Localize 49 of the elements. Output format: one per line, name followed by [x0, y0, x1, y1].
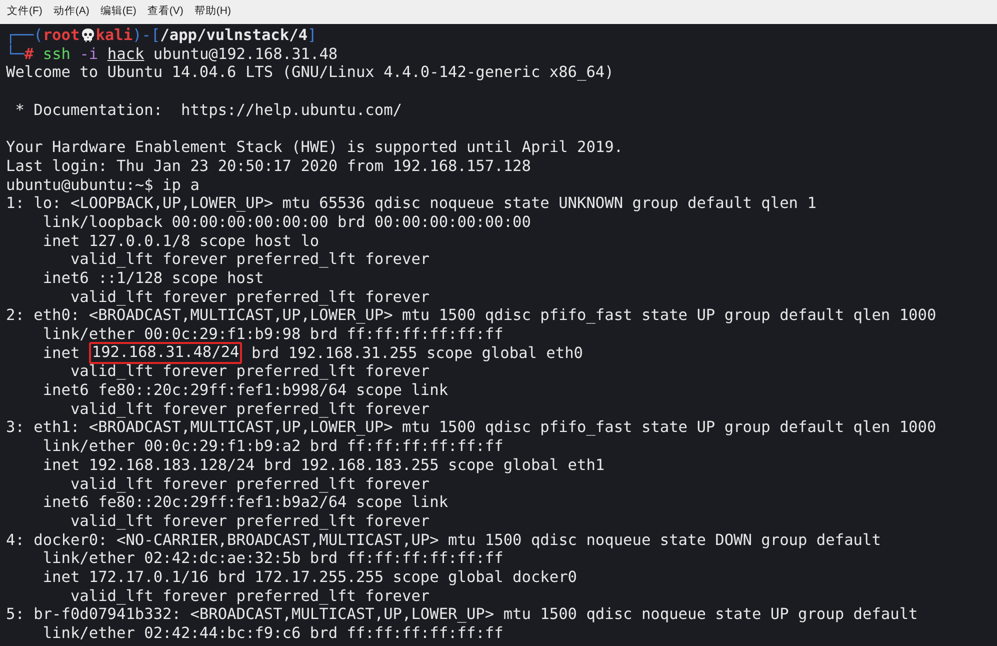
terminal-line: Last login: Thu Jan 23 20:50:17 2020 from 192.168.157.128: [6, 156, 531, 175]
terminal-line: Welcome to Ubuntu 14.04.6 LTS (GNU/Linux 4.4.0-142-generic x86_64): [6, 63, 614, 82]
terminal-line: inet6 ::1/128 scope host: [42, 268, 264, 287]
terminal-line: link/ether 00:0c:29:f1:b9:a2 brd ff:ff:ff:ff:ff:ff: [42, 437, 504, 456]
prompt-border: └─: [6, 44, 24, 64]
terminal-line: 4: docker0: <NO-CARRIER,BROADCAST,MULTICAST,UP> mtu 1500 qdisc noqueue state DOWN group default: [6, 530, 881, 549]
terminal-line: inet 172.17.0.1/16 brd 172.17.255.255 scope global docker0: [42, 568, 577, 586]
terminal-line: inet6 fe80::20c:29ff:fef1:b998/64 scope link: [42, 381, 448, 400]
terminal-line: * Documentation: https://help.ubuntu.com/: [14, 100, 402, 119]
prompt-border: ]: [308, 26, 317, 45]
highlighted-ip-address: 192.168.31.48/24: [88, 342, 242, 364]
terminal-line: ubuntu@ubuntu:~$ ip a: [6, 176, 200, 194]
prompt-path: /app/vulnstack/4: [160, 26, 308, 45]
terminal-line: valid_lft forever preferred_lft forever: [69, 362, 430, 380]
terminal-line: valid_lft forever preferred_lft forever: [69, 512, 430, 530]
prompt-symbol: #: [24, 44, 34, 64]
menu-item[interactable]: 查看(V): [147, 4, 184, 20]
skull-icon: [80, 28, 95, 43]
terminal-line: inet: [42, 344, 81, 362]
terminal-line: 3: eth1: <BROADCAST,MULTICAST,UP,LOWER_UP> mtu 1500 qdisc pfifo_fast state UP group default qlen 1000: [6, 418, 936, 436]
command-token: hack: [107, 44, 144, 64]
terminal-line: valid_lft forever preferred_lft forever: [69, 288, 430, 306]
command-token: ssh: [42, 44, 70, 64]
terminal-line: 2: eth0: <BROADCAST,MULTICAST,UP,LOWER_UP> mtu 1500 qdisc pfifo_fast state UP group default qlen 1000: [6, 306, 936, 324]
command-token: -i: [80, 44, 98, 64]
terminal-line: link/loopback 00:00:00:00:00:00 brd 00:00:00:00:00:00: [42, 212, 531, 231]
prompt-border: ┌──(: [6, 26, 43, 44]
prompt-user: root: [42, 26, 80, 45]
terminal-line: 1: lo: <LOOPBACK,UP,LOWER_UP> mtu 65536 qdisc noqueue state UNKNOWN group default qlen 1: [6, 194, 816, 212]
terminal-line: valid_lft forever preferred_lft forever: [69, 586, 430, 605]
menu-item[interactable]: 编辑(E): [100, 4, 136, 20]
terminal-line: 5: br-f0d07941b332: <BROADCAST,MULTICAST,UP,LOWER_UP> mtu 1500 qdisc noqueue state UP group default: [6, 605, 918, 624]
menu-item[interactable]: 动作(A): [53, 4, 90, 20]
terminal-line: link/ether 02:42:dc:ae:32:5b brd ff:ff:ff:ff:ff:ff: [42, 549, 504, 568]
terminal-line: link/ether 00:0c:29:f1:b9:98 brd ff:ff:ff:ff:ff:ff: [42, 325, 504, 343]
terminal-line: inet 192.168.183.128/24 brd 192.168.183.255 scope global eth1: [42, 456, 605, 474]
terminal-line: link/ether 02:42:44:bc:f9:c6 brd ff:ff:ff:ff:ff:ff: [42, 624, 504, 642]
terminal-line: valid_lft forever preferred_lft forever: [69, 400, 430, 418]
terminal-line: inet6 fe80::20c:29ff:fef1:b9a2/64 scope link: [42, 493, 448, 512]
menu-item[interactable]: 帮助(H): [194, 4, 231, 20]
terminal-line: valid_lft forever preferred_lft forever: [69, 474, 430, 492]
command-token: ubuntu@192.168.31.48: [153, 44, 338, 64]
terminal-line: brd 192.168.31.255 scope global eth0: [250, 344, 584, 362]
terminal-line: Your Hardware Enablement Stack (HWE) is supported until April 2019.: [6, 138, 624, 156]
prompt-host: kali: [96, 26, 133, 45]
terminal-line: inet 127.0.0.1/8 scope host lo: [42, 232, 320, 250]
terminal-line: valid_lft forever preferred_lft forever: [69, 250, 430, 268]
prompt-border: )-[: [132, 26, 160, 45]
menu-item[interactable]: 文件(F): [7, 4, 42, 20]
